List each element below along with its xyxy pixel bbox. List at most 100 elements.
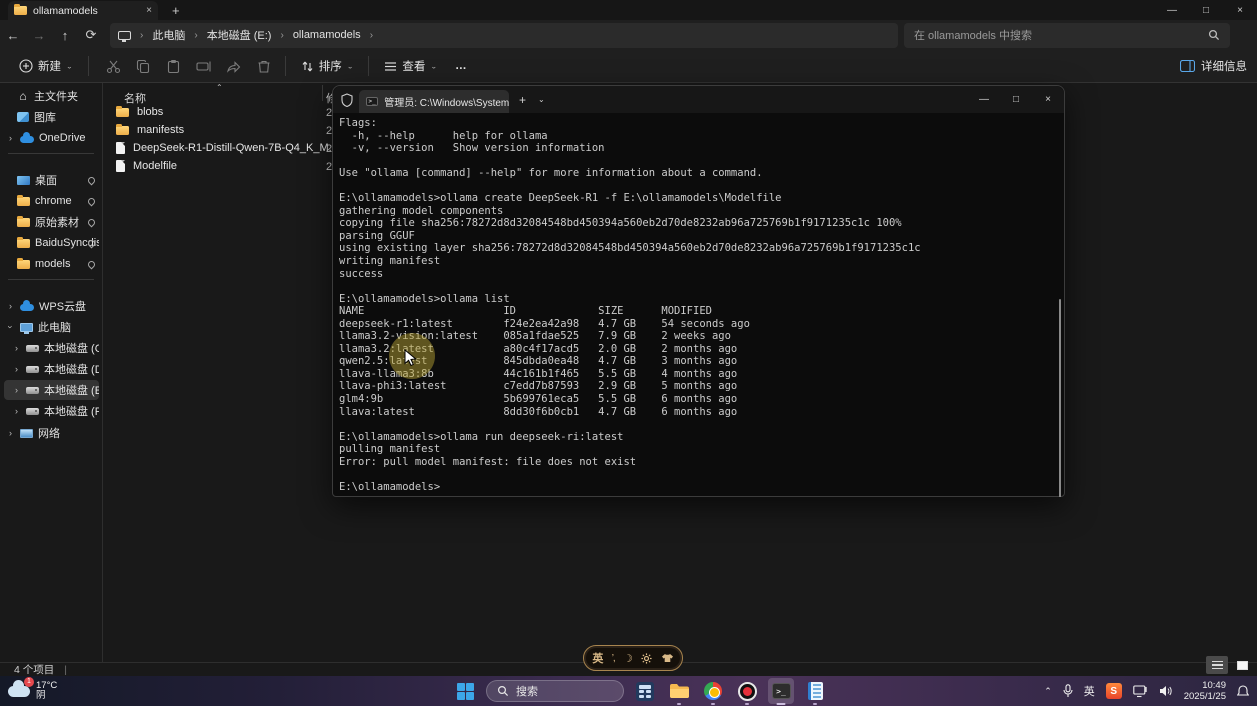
sidebar-item-gallery[interactable]: 图库 [4,107,99,127]
sidebar-item-disk-e[interactable]: › 本地磁盘 (E:) [4,380,99,400]
sidebar-item-onedrive[interactable]: › OneDrive [4,128,99,148]
chevron-right-icon[interactable]: › [12,343,21,353]
breadcrumb[interactable]: › 此电脑 › 本地磁盘 (E:) › ollamamodels › [110,23,898,48]
chevron-right-icon[interactable]: › [12,406,21,416]
sidebar-item-models[interactable]: models [4,254,99,274]
file-name: manifests [137,124,184,136]
breadcrumb-this-pc[interactable]: 此电脑 [152,27,185,43]
delete-button[interactable] [249,52,279,80]
tray-clock[interactable]: 10:49 2025/1/25 [1184,680,1226,702]
new-tab-button[interactable]: + [172,3,180,18]
weather-widget[interactable]: 1 17°C 阴 [8,681,57,701]
view-icon [384,60,397,73]
paste-button[interactable] [159,52,189,80]
icons-view-button[interactable] [1231,656,1253,674]
taskbar-chrome[interactable] [700,678,726,704]
taskbar-terminal[interactable]: >_ [768,678,794,704]
view-button[interactable]: 查看 ⌄ [375,52,446,80]
display-cast-icon[interactable] [1133,685,1148,698]
tab-close-icon[interactable]: × [146,5,152,16]
details-pane-icon [1180,60,1195,72]
terminal-tab[interactable]: >_ 管理员: C:\Windows\System32 × [359,90,509,113]
chevron-down-icon[interactable]: › [6,323,16,332]
chevron-right-icon[interactable]: › [6,301,15,311]
copy-icon [136,59,151,74]
terminal-body[interactable]: Flags: -h, --help help for ollama -v, --… [333,113,1064,497]
chevron-right-icon[interactable]: › [6,133,15,143]
breadcrumb-disk-e[interactable]: 本地磁盘 (E:) [207,27,272,43]
toolbar-divider [368,56,369,76]
sogou-icon[interactable]: S [1106,683,1122,699]
start-button[interactable] [452,678,478,704]
back-icon[interactable]: ← [0,22,26,48]
home-icon: ⌂ [17,90,29,102]
sidebar-item-disk-f[interactable]: › 本地磁盘 (F:) [4,401,99,421]
microphone-icon[interactable] [1063,684,1073,698]
chevron-right-icon[interactable]: › [6,428,15,438]
terminal-maximize-button[interactable]: □ [1000,86,1032,113]
taskbar-search[interactable]: 搜索 [486,680,624,702]
breadcrumb-separator-icon: › [370,30,373,41]
more-button[interactable]: … [446,52,477,80]
search-input[interactable]: 在 ollamamodels 中搜索 [904,23,1230,48]
close-button[interactable]: × [1223,0,1257,20]
terminal-new-tab-button[interactable]: + [519,93,526,107]
sidebar-item-desktop[interactable]: 桌面 [4,170,99,190]
sidebar-item-material[interactable]: 原始素材 [4,212,99,232]
details-view-button[interactable] [1206,656,1228,674]
forward-icon[interactable]: → [26,22,52,48]
ime-mode-button[interactable]: 英 [592,650,603,666]
terminal-dropdown-icon[interactable]: ⌄ [538,95,545,104]
terminal-window[interactable]: >_ 管理员: C:\Windows\System32 × + ⌄ — □ × … [332,85,1065,497]
sidebar-item-chrome[interactable]: chrome [4,191,99,211]
tray-expand-icon[interactable]: ⌃ [1044,686,1052,697]
terminal-titlebar[interactable]: >_ 管理员: C:\Windows\System32 × + ⌄ — □ × [333,86,1064,113]
ime-punctuation-icon[interactable]: ’, [612,653,615,664]
up-icon[interactable]: ↑ [52,22,78,48]
ime-toolbar[interactable]: 英 ’, ☽ [583,645,683,671]
sidebar-item-wps[interactable]: › WPS云盘 [4,296,99,316]
explorer-tab[interactable]: ollamamodels × [8,1,158,20]
new-button[interactable]: 新建 ⌄ [10,52,82,80]
ime-skin-shirt-icon[interactable] [661,653,674,663]
terminal-minimize-button[interactable]: — [968,86,1000,113]
terminal-scrollbar[interactable] [1059,299,1061,497]
rename-button[interactable] [189,52,219,80]
sidebar-item-baidusyncdisk[interactable]: BaiduSyncdisk [4,233,99,253]
sidebar-item-home[interactable]: ⌂ 主文件夹 [4,86,99,106]
share-button[interactable] [219,52,249,80]
toolbar-divider [285,56,286,76]
paste-icon [166,59,181,74]
system-tray: ⌃ 英 S 10:49 2025/1/25 [1044,680,1249,702]
sidebar-item-network[interactable]: › 网络 [4,423,99,443]
sort-button[interactable]: 排序 ⌄ [292,52,363,80]
notification-bell-icon[interactable] [1237,685,1249,698]
refresh-icon[interactable]: ⟳ [78,22,104,48]
search-icon [1208,29,1220,41]
tray-ime-mode[interactable]: 英 [1084,683,1095,699]
taskbar-notepad[interactable] [802,678,828,704]
chevron-right-icon[interactable]: › [12,364,21,374]
explorer-addressbar: ← → ↑ ⟳ › 此电脑 › 本地磁盘 (E:) › ollamamodels… [0,20,1257,50]
sidebar-item-disk-d[interactable]: › 本地磁盘 (D:) [4,359,99,379]
maximize-button[interactable]: □ [1189,0,1223,20]
onedrive-cloud-icon [20,136,34,143]
chevron-right-icon[interactable]: › [12,385,21,395]
sidebar-item-this-pc[interactable]: › 此电脑 [4,317,99,337]
copy-button[interactable] [129,52,159,80]
taskbar-calculator[interactable] [632,678,658,704]
terminal-close-button[interactable]: × [1032,86,1064,113]
taskbar-recorder[interactable] [734,678,760,704]
minimize-button[interactable]: — [1155,0,1189,20]
breadcrumb-ollamamodels[interactable]: ollamamodels [293,29,361,41]
taskbar-file-explorer[interactable] [666,678,692,704]
ime-settings-gear-icon[interactable] [641,653,652,664]
explorer-tabstrip: ollamamodels × + — □ × [0,0,1257,20]
ime-moon-icon[interactable]: ☽ [623,652,633,665]
speaker-icon[interactable] [1159,685,1173,697]
column-divider[interactable] [322,85,323,101]
sidebar-item-disk-c[interactable]: › 本地磁盘 (C:) [4,338,99,358]
cut-button[interactable] [99,52,129,80]
item-count: 4 个项目 [14,662,54,677]
details-pane-button[interactable]: 详细信息 [1180,58,1247,74]
